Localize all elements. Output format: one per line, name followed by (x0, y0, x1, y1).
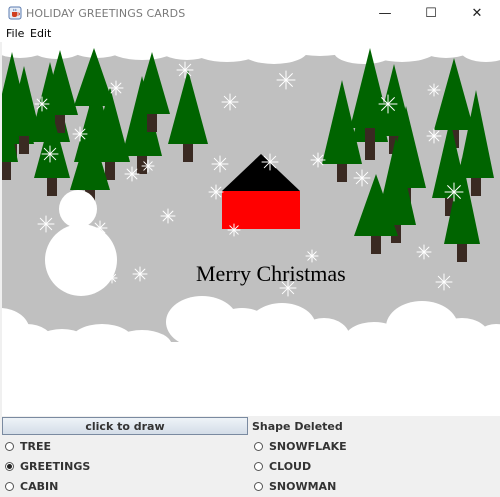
draw-button[interactable]: click to draw (2, 417, 248, 435)
radio-indicator (254, 461, 263, 471)
snowflake (435, 273, 453, 291)
greeting-text: Merry Christmas (196, 261, 346, 286)
radio-indicator (5, 481, 14, 491)
radio-label: CABIN (20, 479, 59, 493)
snowflake (211, 155, 229, 173)
snowflake (92, 220, 108, 236)
maximize-icon: ☐ (425, 5, 437, 21)
snowflake (37, 215, 55, 233)
scene-svg: Merry Christmas (2, 42, 500, 416)
snowflake (132, 266, 148, 282)
close-button[interactable]: ✕ (454, 0, 500, 26)
menu-edit[interactable]: Edit (30, 27, 51, 40)
snowflake (227, 223, 241, 237)
tree-foliage (168, 70, 208, 144)
snowflake (124, 166, 140, 182)
snowflake (416, 244, 432, 260)
tree-foliage (434, 58, 474, 130)
cloud-top (460, 42, 500, 62)
radio-label: SNOWMAN (269, 479, 337, 493)
radio-tree[interactable]: TREE (5, 438, 51, 454)
close-icon: ✕ (471, 5, 483, 21)
snowflake (276, 70, 296, 90)
snowflake (279, 279, 297, 297)
snowman (45, 190, 117, 296)
window-title: HOLIDAY GREETINGS CARDS (26, 7, 186, 20)
radio-label: TREE (20, 439, 52, 453)
tree (168, 70, 208, 162)
snowflake (310, 152, 326, 168)
radio-label: CLOUD (269, 459, 312, 473)
snowman-body (45, 224, 117, 296)
radio-label: GREETINGS (20, 459, 91, 473)
snowflake (378, 94, 398, 114)
snowflake (72, 126, 88, 142)
cabin (222, 154, 300, 229)
radio-indicator (5, 441, 14, 451)
snowflake (141, 159, 155, 173)
radio-cloud[interactable]: CLOUD (254, 458, 311, 474)
maximize-button[interactable]: ☐ (408, 0, 454, 26)
snowflake (444, 182, 464, 202)
radio-indicator-selected (5, 461, 14, 471)
snowflake (108, 80, 124, 96)
radio-cabin[interactable]: CABIN (5, 478, 58, 494)
snowflake (221, 93, 239, 111)
menu-bar: File Edit (0, 26, 500, 42)
cloud-bottom (112, 330, 172, 362)
snowflake (261, 153, 279, 171)
snowflake (353, 169, 371, 187)
java-cup-icon (8, 6, 22, 20)
control-panel: click to draw Shape Deleted TREE SNOWFLA… (0, 416, 500, 497)
status-text: Shape Deleted (252, 420, 343, 433)
snowflake (34, 96, 50, 112)
snowflake (427, 83, 441, 97)
minimize-button[interactable]: — (362, 0, 408, 26)
snowflake (305, 249, 319, 263)
title-bar[interactable]: HOLIDAY GREETINGS CARDS — ☐ ✕ (0, 0, 500, 26)
cabin-body (222, 191, 300, 229)
snowflake (41, 145, 59, 163)
snowman-head (59, 190, 97, 228)
menu-file[interactable]: File (6, 27, 24, 40)
snowflake (176, 61, 194, 79)
radio-indicator (254, 481, 263, 491)
cabin-roof (222, 154, 300, 191)
snowflake (106, 272, 118, 284)
radio-label: SNOWFLAKE (269, 439, 347, 453)
snowflake (160, 208, 176, 224)
snowflake (426, 128, 442, 144)
snowflake (208, 184, 224, 200)
radio-greetings[interactable]: GREETINGS (5, 458, 90, 474)
radio-snowflake[interactable]: SNOWFLAKE (254, 438, 347, 454)
tree-foliage (134, 52, 170, 114)
radio-snowman[interactable]: SNOWMAN (254, 478, 336, 494)
cloud-bottom (298, 318, 350, 358)
minimize-icon: — (378, 5, 392, 21)
drawing-canvas[interactable]: Merry Christmas (2, 42, 500, 416)
radio-indicator (254, 441, 263, 451)
